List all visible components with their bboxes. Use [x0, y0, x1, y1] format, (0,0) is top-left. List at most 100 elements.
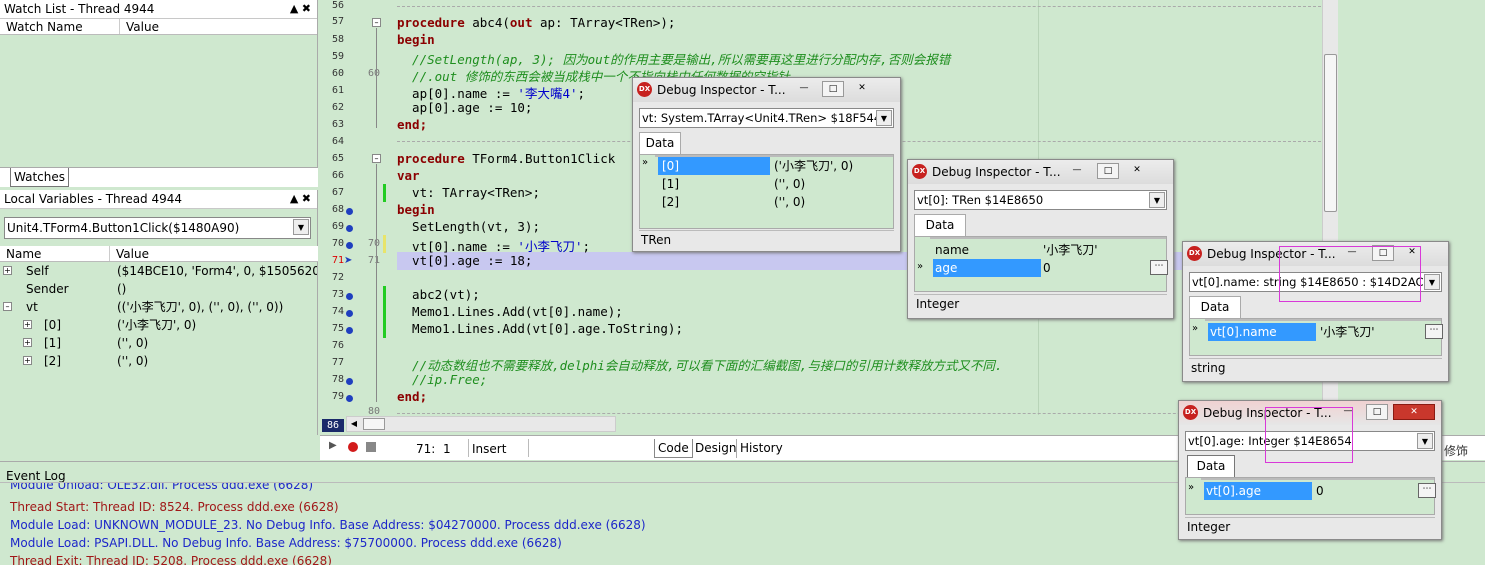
- inspector-expression-text: vt: System.TArray<Unit4.TRen> $18F544 : …: [642, 111, 894, 125]
- horizontal-scrollbar[interactable]: ◀: [346, 416, 616, 432]
- breakpoint-dot-icon[interactable]: [346, 225, 353, 232]
- debug-inspector-1[interactable]: DX Debug Inspector - T... — □ ✕ vt: Syst…: [632, 77, 901, 252]
- breakpoint-dot-icon[interactable]: [346, 208, 353, 215]
- expand-icon[interactable]: +: [23, 356, 32, 365]
- expand-icon[interactable]: +: [23, 320, 32, 329]
- inspector-grid[interactable]: » vt[0].age 0 ⋯: [1185, 477, 1436, 515]
- watch-name-column[interactable]: Watch Name: [0, 19, 120, 34]
- minimize-icon[interactable]: —: [793, 81, 815, 97]
- chevron-down-icon[interactable]: ▼: [876, 110, 892, 126]
- local-row-vt-2[interactable]: + [2] ('', 0): [0, 352, 318, 370]
- close-icon[interactable]: ✕: [1126, 163, 1148, 179]
- pin-close-icons[interactable]: ▲ ✖: [290, 0, 311, 18]
- inspector-data-tab[interactable]: Data: [1187, 455, 1235, 477]
- stop-icon[interactable]: [366, 442, 376, 452]
- maximize-icon[interactable]: □: [822, 81, 844, 97]
- tab-history[interactable]: History: [736, 439, 786, 458]
- inspector-row-value[interactable]: 0: [1043, 259, 1051, 277]
- inspector-row-name[interactable]: [1]: [662, 175, 679, 193]
- chevron-down-icon[interactable]: ▼: [293, 219, 309, 235]
- locals-name-column[interactable]: Name: [0, 246, 110, 261]
- string-literal: '小李飞刀': [517, 239, 583, 254]
- inspector-row-value[interactable]: ('', 0): [774, 193, 805, 211]
- ellipsis-button[interactable]: ⋯: [1150, 260, 1168, 275]
- maximize-icon[interactable]: □: [1097, 163, 1119, 179]
- ellipsis-button[interactable]: ⋯: [1418, 483, 1436, 498]
- fold-icon[interactable]: –: [372, 18, 381, 27]
- line-number: 58: [331, 34, 344, 45]
- breakpoint-dot-icon[interactable]: [346, 293, 353, 300]
- debug-inspector-3[interactable]: DX Debug Inspector - T... — □ ✕ vt[0].na…: [1182, 241, 1449, 382]
- scroll-left-icon[interactable]: ◀: [347, 417, 361, 431]
- inspector-row-value[interactable]: ('', 0): [774, 175, 805, 193]
- breakpoint-dot-icon[interactable]: [346, 395, 353, 402]
- scrollbar-thumb[interactable]: [1324, 54, 1337, 212]
- row-marker-icon: »: [642, 157, 649, 168]
- chevron-down-icon[interactable]: ▼: [1424, 274, 1440, 290]
- local-row-self[interactable]: + Self ($14BCE10, 'Form4', 0, $1505620, …: [0, 262, 318, 280]
- inspector-row-value[interactable]: '小李飞刀': [1043, 241, 1098, 259]
- line-number: 76: [331, 340, 344, 351]
- inspector-row-name[interactable]: vt[0].name: [1208, 323, 1316, 341]
- scrollbar-thumb[interactable]: [363, 418, 385, 430]
- locals-value-column[interactable]: Value: [110, 246, 149, 261]
- inspector-titlebar[interactable]: DX Debug Inspector - T... — □ ✕: [633, 78, 900, 102]
- play-icon[interactable]: ▶: [329, 440, 337, 451]
- close-icon[interactable]: ✕: [1393, 404, 1435, 420]
- breakpoint-dot-icon[interactable]: [346, 378, 353, 385]
- change-bar: [383, 235, 386, 253]
- code-line-58: begin: [397, 32, 435, 47]
- chevron-down-icon[interactable]: ▼: [1149, 192, 1165, 208]
- inspector-type: TRen: [639, 230, 894, 248]
- inspector-row-value[interactable]: ('小李飞刀', 0): [774, 157, 853, 175]
- inspector-grid[interactable]: » name '小李飞刀' age 0 ⋯: [914, 236, 1168, 292]
- debug-inspector-2[interactable]: DX Debug Inspector - T... — □ ✕ vt[0]: T…: [907, 159, 1174, 319]
- inspector-row-name[interactable]: age: [933, 259, 1041, 277]
- event-log-title: Event Log: [6, 469, 66, 483]
- inspector-row-name[interactable]: name: [933, 241, 969, 259]
- ellipsis-button[interactable]: ⋯: [1425, 324, 1443, 339]
- record-icon[interactable]: [348, 442, 358, 452]
- chevron-down-icon[interactable]: ▼: [1417, 433, 1433, 449]
- code-line-78: //ip.Free;: [397, 372, 488, 387]
- inspector-row-value[interactable]: 0: [1316, 482, 1324, 500]
- expand-icon[interactable]: +: [23, 338, 32, 347]
- inspector-data-tab[interactable]: Data: [1189, 296, 1241, 318]
- breakpoint-dot-icon[interactable]: [346, 327, 353, 334]
- inspector-grid[interactable]: » [0] ('小李飞刀', 0) [1] ('', 0) [2] ('', 0…: [639, 154, 894, 229]
- breakpoint-dot-icon[interactable]: [346, 242, 353, 249]
- tab-design[interactable]: Design: [692, 439, 739, 458]
- local-row-vt-0[interactable]: + [0] ('小李飞刀', 0): [0, 316, 318, 334]
- inspector-row-name[interactable]: [0]: [658, 157, 770, 175]
- local-row-vt[interactable]: – vt (('小李飞刀', 0), ('', 0), ('', 0)): [0, 298, 318, 316]
- minimize-icon[interactable]: —: [1066, 163, 1088, 179]
- tab-code[interactable]: Code: [654, 439, 693, 458]
- maximize-icon[interactable]: □: [1366, 404, 1388, 420]
- watch-value-column[interactable]: Value: [120, 19, 159, 34]
- breakpoint-dot-icon[interactable]: [346, 310, 353, 317]
- inspector-row-value[interactable]: '小李飞刀': [1320, 323, 1375, 341]
- collapse-icon[interactable]: –: [3, 302, 12, 311]
- inspector-expression[interactable]: vt[0]: TRen $14E8650 ▼: [914, 190, 1167, 210]
- local-row-sender[interactable]: Sender (): [0, 280, 318, 298]
- local-value: ('小李飞刀', 0): [117, 318, 197, 332]
- inspector-row-name[interactable]: [2]: [662, 193, 679, 211]
- watch-list-titlebar: Watch List - Thread 4944 ▲ ✖: [0, 0, 317, 19]
- debug-inspector-4[interactable]: DX Debug Inspector - T... — □ ✕ vt[0].ag…: [1178, 400, 1442, 540]
- inspector-expression[interactable]: vt: System.TArray<Unit4.TRen> $18F544 : …: [639, 108, 894, 128]
- inspector-data-tab[interactable]: Data: [914, 214, 966, 236]
- inspector-data-tab[interactable]: Data: [639, 132, 681, 154]
- close-icon[interactable]: ✕: [851, 81, 873, 97]
- expand-icon[interactable]: +: [3, 266, 12, 275]
- fold-icon[interactable]: –: [372, 154, 381, 163]
- local-value: ('', 0): [117, 336, 149, 350]
- stack-frame-select[interactable]: Unit4.TForm4.Button1Click($1480A90) ▼: [4, 217, 311, 239]
- highlight-box: [1265, 407, 1353, 463]
- local-row-vt-1[interactable]: + [1] ('', 0): [0, 334, 318, 352]
- inspector-titlebar[interactable]: DX Debug Inspector - T... — □ ✕: [908, 160, 1173, 184]
- watches-tab[interactable]: Watches: [10, 168, 69, 187]
- local-name: vt: [26, 300, 38, 314]
- inspector-row-name[interactable]: vt[0].age: [1204, 482, 1312, 500]
- inspector-grid[interactable]: » vt[0].name '小李飞刀' ⋯: [1189, 318, 1443, 356]
- pin-close-icons[interactable]: ▲ ✖: [290, 190, 311, 208]
